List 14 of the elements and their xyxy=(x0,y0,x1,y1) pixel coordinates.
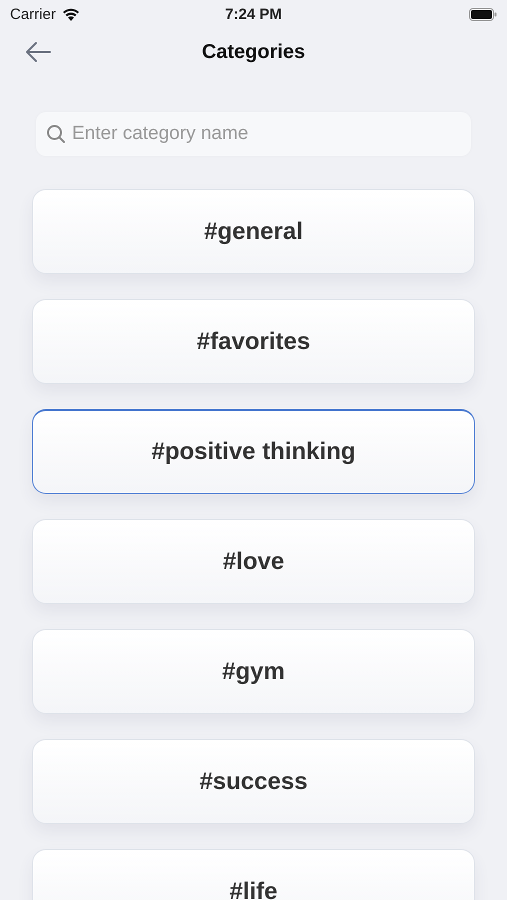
battery-icon xyxy=(469,8,497,20)
screen-title: Categories xyxy=(200,40,306,64)
category-card[interactable]: #general xyxy=(32,189,475,274)
category-card[interactable]: #life xyxy=(32,849,475,900)
status-time: 7:24 PM xyxy=(224,6,283,22)
back-arrow-icon[interactable] xyxy=(24,40,52,64)
category-card[interactable]: #love xyxy=(32,519,475,604)
carrier-label: Carrier xyxy=(10,6,56,22)
category-card[interactable]: #success xyxy=(32,739,475,824)
category-card[interactable]: #favorites xyxy=(32,299,475,384)
category-card[interactable]: #gym xyxy=(32,629,475,714)
wifi-icon xyxy=(62,8,80,20)
category-card[interactable]: #positive thinking xyxy=(32,409,475,494)
search-field[interactable]: Enter category name xyxy=(36,112,471,156)
